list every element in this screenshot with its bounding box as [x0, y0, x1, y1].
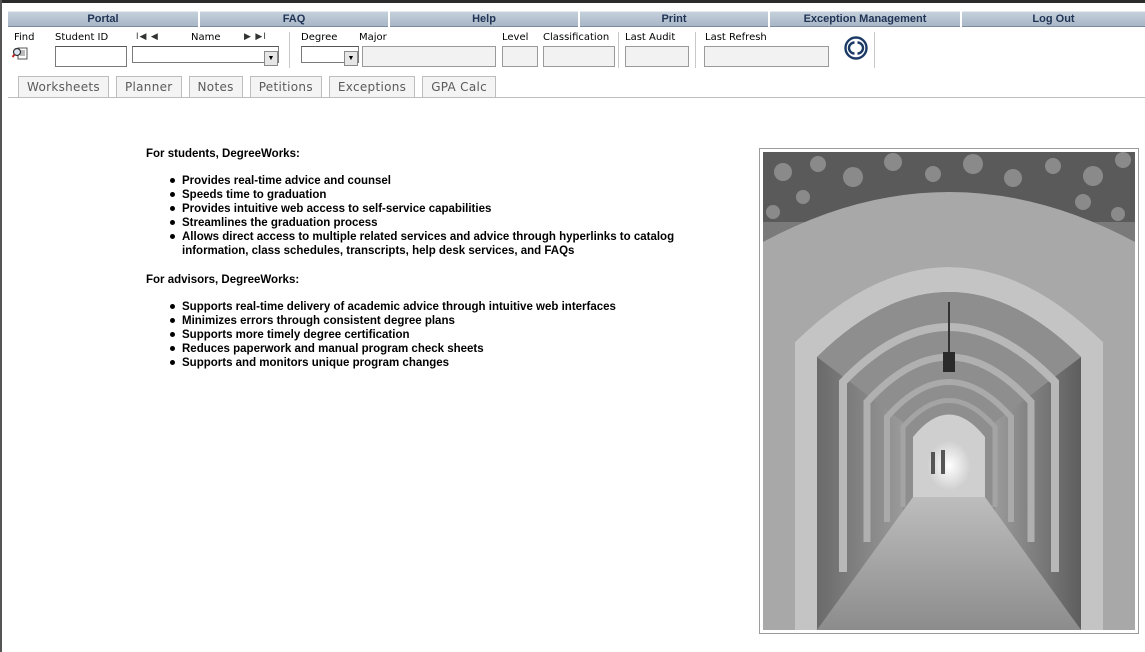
window-left-edge: [0, 0, 2, 652]
last-audit-field: [625, 46, 689, 67]
next-student-arrows[interactable]: ▶ ▶I: [244, 31, 267, 42]
tab-gpa-calc[interactable]: GPA Calc: [422, 76, 497, 98]
list-item: Provides real-time advice and counsel: [168, 174, 726, 188]
list-item: Minimizes errors through consistent degr…: [168, 314, 726, 328]
name-label: Name: [191, 32, 221, 43]
header-divider: [618, 32, 619, 68]
last-audit-label: Last Audit: [625, 32, 676, 43]
classification-field: [543, 46, 615, 67]
list-item: Supports more timely degree certificatio…: [168, 328, 726, 342]
last-refresh-label: Last Refresh: [705, 32, 767, 43]
nav-faq[interactable]: FAQ: [200, 11, 388, 27]
tab-underline: [8, 97, 1145, 98]
last-refresh-field: [704, 46, 829, 67]
refresh-icon[interactable]: [844, 36, 868, 60]
list-item: Reduces paperwork and manual program che…: [168, 342, 726, 356]
find-magnifier-icon[interactable]: [12, 45, 28, 61]
tab-bar: Worksheets Planner Notes Petitions Excep…: [18, 76, 503, 98]
student-id-label: Student ID: [55, 32, 109, 43]
header-divider: [289, 32, 290, 68]
list-item: Speeds time to graduation: [168, 188, 726, 202]
intro-content: For students, DegreeWorks: Provides real…: [146, 148, 726, 386]
student-header: Find Student ID I◀ ◀ Name ▶ ▶I ▼ Degree …: [8, 29, 1145, 69]
tab-exceptions[interactable]: Exceptions: [328, 76, 416, 98]
list-item: Provides intuitive web access to self-se…: [168, 202, 726, 216]
students-list: Provides real-time advice and counsel Sp…: [168, 174, 726, 258]
find-label: Find: [14, 32, 35, 43]
advisors-list: Supports real-time delivery of academic …: [168, 300, 726, 370]
name-select[interactable]: [132, 46, 279, 63]
prev-student-arrows[interactable]: I◀ ◀: [136, 31, 159, 42]
list-item: Allows direct access to multiple related…: [168, 230, 726, 258]
tab-worksheets[interactable]: Worksheets: [18, 76, 109, 98]
major-label: Major: [359, 32, 387, 43]
header-divider: [874, 32, 875, 68]
campus-photo-frame: [759, 148, 1139, 634]
level-label: Level: [502, 32, 529, 43]
advisors-heading: For advisors, DegreeWorks:: [146, 274, 300, 286]
nav-portal[interactable]: Portal: [8, 11, 198, 27]
top-nav: Portal FAQ Help Print Exception Manageme…: [8, 11, 1145, 27]
list-item: Streamlines the graduation process: [168, 216, 726, 230]
nav-print[interactable]: Print: [580, 11, 768, 27]
tab-petitions[interactable]: Petitions: [249, 76, 322, 98]
tab-planner[interactable]: Planner: [115, 76, 182, 98]
list-item: Supports real-time delivery of academic …: [168, 300, 726, 314]
nav-exception-management[interactable]: Exception Management: [770, 11, 960, 27]
list-item: Supports and monitors unique program cha…: [168, 356, 726, 370]
degree-dropdown-chevron-icon[interactable]: ▼: [344, 51, 358, 66]
level-field: [502, 46, 538, 67]
header-divider: [695, 32, 696, 68]
name-dropdown-chevron-icon[interactable]: ▼: [264, 51, 278, 66]
major-field: [362, 46, 496, 67]
students-heading: For students, DegreeWorks:: [146, 148, 300, 160]
degree-label: Degree: [301, 32, 338, 43]
nav-help[interactable]: Help: [390, 11, 578, 27]
classification-label: Classification: [543, 32, 610, 43]
tab-notes[interactable]: Notes: [188, 76, 243, 98]
student-id-input[interactable]: [55, 46, 127, 67]
nav-log-out[interactable]: Log Out: [962, 11, 1145, 27]
stone-archway-photo: [763, 152, 1135, 630]
window-top-edge: [0, 0, 1145, 3]
